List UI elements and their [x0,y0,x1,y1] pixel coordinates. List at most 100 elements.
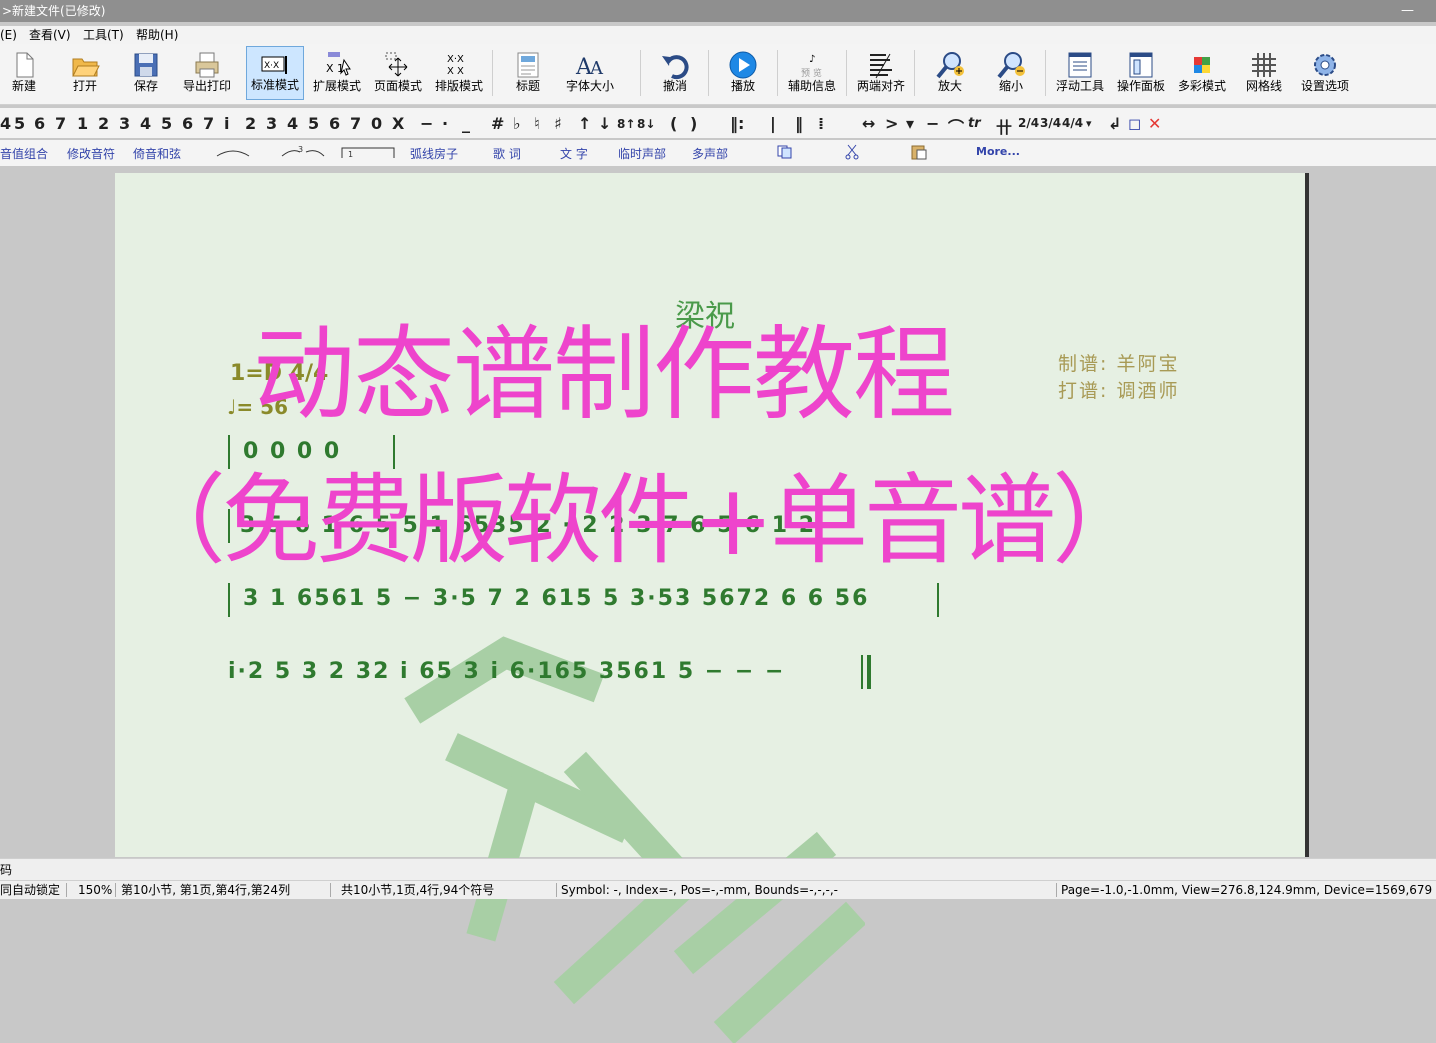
note-key[interactable]: 6 [182,114,193,133]
symbol-key[interactable]: 卄 [996,114,1012,138]
symbol-key[interactable]: ♮ [534,114,540,133]
note-key[interactable]: 4 [287,114,298,133]
symbol-key[interactable]: ⌒ [948,114,964,138]
link-multi-voice[interactable]: 多声部 [692,145,728,162]
menu-help[interactable]: 帮助(H) [136,26,178,44]
symbol-key[interactable]: − [420,114,433,133]
note-key[interactable]: 5 [161,114,172,133]
note-key[interactable]: i [224,114,229,133]
delete-icon[interactable]: ✕ [1148,114,1161,133]
zoom-out-button[interactable]: 缩小 [982,46,1040,100]
link-lyrics[interactable]: 歌 词 [493,145,521,162]
link-more[interactable]: More... [976,145,1020,158]
menu-view[interactable]: 查看(V) [29,26,71,44]
export-print-button[interactable]: 导出打印 [178,46,236,100]
symbol-key[interactable]: ‖: [730,114,744,133]
symbol-key[interactable]: · [442,114,448,133]
undo-button[interactable]: 撤消 [646,46,704,100]
note-key[interactable]: X [392,114,404,133]
symbol-key[interactable]: # [491,114,504,133]
time-sig-3-4[interactable]: 3/4 [1040,116,1061,130]
note-key[interactable]: 7 [350,114,361,133]
symbol-key[interactable]: ) [690,114,697,133]
symbol-key[interactable]: tr [968,116,981,131]
layout-mode-button[interactable]: X·X X X 排版模式 [430,46,488,100]
note-key[interactable]: 6 [34,114,45,133]
symbol-key[interactable]: ↓ [598,114,611,133]
link-arc-house[interactable]: 弧线房子 [410,145,458,162]
note-key[interactable]: 3 [119,114,130,133]
score-row-4[interactable]: i·2 5 3 2 32 i 65 3 i 6·165 3561 5 − − − [228,659,785,684]
symbol-key[interactable]: _ [462,114,470,133]
note-key[interactable]: 3 [266,114,277,133]
symbol-key[interactable]: ⁞ [818,114,824,133]
note-key[interactable]: 7 [55,114,66,133]
link-temp-voice[interactable]: 临时声部 [618,145,666,162]
play-button[interactable]: 播放 [714,46,772,100]
credit-typesetter[interactable]: 打谱: 调酒师 [1058,376,1179,403]
note-key[interactable]: 0 [371,114,382,133]
symbol-key[interactable]: 8↑ [617,117,635,131]
symbol-key[interactable]: | [770,114,776,133]
minimize-button[interactable]: — [1401,0,1414,22]
triplet-icon[interactable]: 3 [280,144,326,158]
link-note-group[interactable]: 音值组合 [0,145,48,162]
copy-icon[interactable] [776,145,794,159]
note-key[interactable]: 6 [329,114,340,133]
standard-mode-button[interactable]: X·X 标准模式 [246,46,304,100]
link-grace-chord[interactable]: 倚音和弦 [133,145,181,162]
cut-icon[interactable] [844,144,860,160]
return-icon[interactable]: ↲ [1108,114,1121,133]
score-row-1[interactable]: 0 0 0 0 [243,439,341,464]
note-key[interactable]: 7 [203,114,214,133]
page-mode-button[interactable]: 页面模式 [369,46,427,100]
symbol-key[interactable]: − [926,114,939,133]
chevron-down-icon[interactable]: ▾ [1086,117,1092,130]
save-button[interactable]: 保存 [117,46,175,100]
title-button[interactable]: 标题 [499,46,557,100]
note-key[interactable]: 4 [0,114,11,133]
link-text[interactable]: 文 字 [560,145,588,162]
function-link-bar: 音值组合 修改音符 倚音和弦 3 1 弧线房子 歌 词 文 字 临时声部 多声部… [0,140,1436,166]
symbol-key[interactable]: ↔ [862,114,875,133]
volta-icon[interactable]: 1 [340,145,396,159]
operation-panel-button[interactable]: 操作面板 [1112,46,1170,100]
note-key[interactable]: 2 [98,114,109,133]
zoom-in-button[interactable]: 放大 [921,46,979,100]
note-key[interactable]: 5 [308,114,319,133]
score-row-3[interactable]: 3 1 6561 5 − 3·5 7 2 615 5 3·53 5672 6 6… [243,586,869,611]
symbol-key[interactable]: > [885,114,898,133]
symbol-key[interactable]: ↑ [578,114,591,133]
extended-mode-button[interactable]: X 1 扩展模式 [308,46,366,100]
symbol-key[interactable]: ( [670,114,677,133]
menu-edit[interactable]: (E) [0,26,17,44]
symbol-key[interactable]: ‖ [795,114,803,133]
time-sig-2-4[interactable]: 2/4 [1018,116,1039,130]
menu-tools[interactable]: 工具(T) [83,26,124,44]
note-key[interactable]: 5 [14,114,25,133]
justify-button[interactable]: 两端对齐 [852,46,910,100]
font-size-button[interactable]: AA 字体大小 [561,46,619,100]
slur-icon[interactable] [215,146,251,158]
open-button[interactable]: 打开 [56,46,114,100]
symbol-key[interactable]: ♯ [554,114,562,133]
time-sig-4-4[interactable]: 4/4 [1062,116,1083,130]
link-modify-note[interactable]: 修改音符 [67,145,115,162]
grid-button[interactable]: 网格线 [1235,46,1293,100]
settings-button[interactable]: 设置选项 [1296,46,1354,100]
symbol-key[interactable]: ▾ [906,114,914,133]
symbol-key[interactable]: 8↓ [637,117,655,131]
barline [228,583,230,617]
credit-composer[interactable]: 制谱: 羊阿宝 [1058,349,1179,376]
new-button[interactable]: 新建 [0,46,53,100]
note-key[interactable]: 2 [245,114,256,133]
symbol-key[interactable]: ♭ [513,114,521,133]
color-mode-button[interactable]: 多彩模式 [1173,46,1231,100]
note-key[interactable]: 4 [140,114,151,133]
svg-text:1: 1 [348,150,353,159]
aux-info-button[interactable]: 预 览 ♪ 辅助信息 [783,46,841,100]
note-key[interactable]: 1 [77,114,88,133]
paste-icon[interactable] [910,144,928,160]
floating-tools-button[interactable]: 浮动工具 [1051,46,1109,100]
box-icon[interactable]: ◻ [1128,114,1141,133]
